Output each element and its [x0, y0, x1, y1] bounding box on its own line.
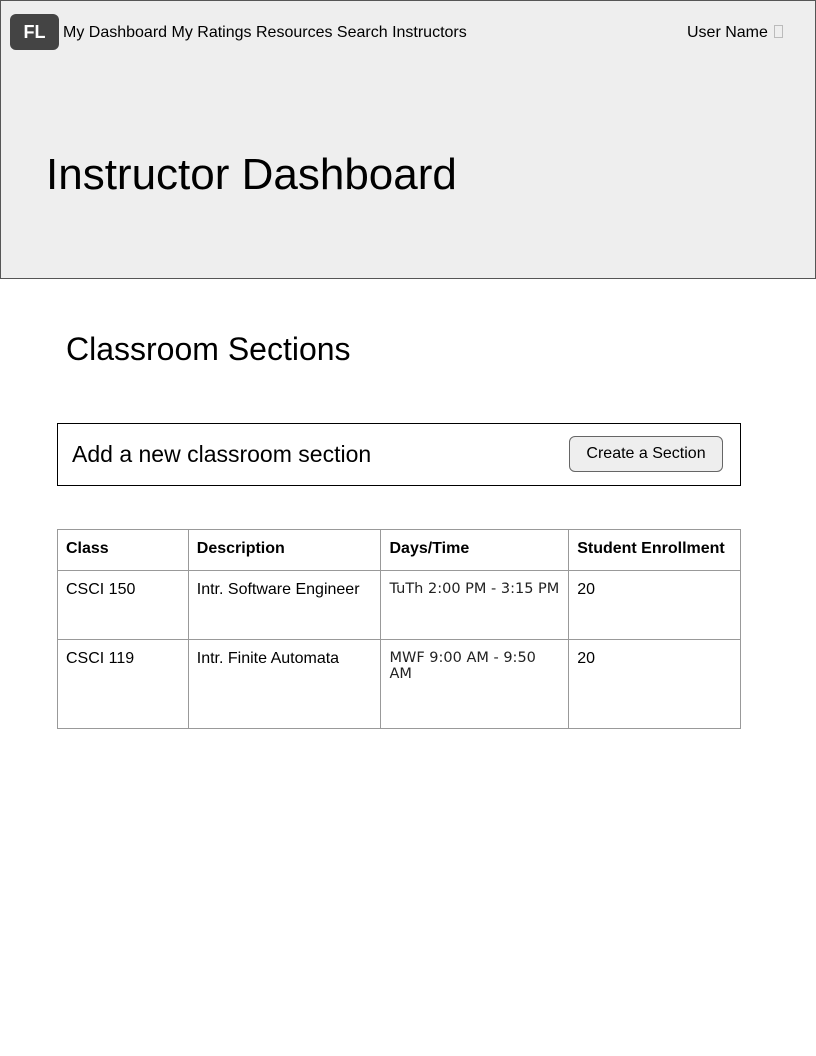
table-row[interactable]: CSCI 150 Intr. Software Engineer TuTh 2:… [57, 570, 741, 640]
sections-table: Class Description Days/Time Student Enro… [57, 529, 741, 729]
top-navbar: FL My Dashboard My Ratings Resources Sea… [0, 0, 816, 63]
cell-class: CSCI 150 [57, 570, 189, 640]
user-menu[interactable]: User Name [687, 24, 783, 42]
cell-student-enrollment: 20 [568, 570, 741, 640]
nav-links: My Dashboard My Ratings Resources Search… [63, 24, 467, 42]
table-header-row: Class Description Days/Time Student Enro… [57, 529, 741, 571]
column-header-class: Class [57, 529, 189, 571]
column-header-student-enrollment: Student Enrollment [568, 529, 741, 571]
cell-days-time: MWF 9:00 AM - 9:50 AM [380, 639, 570, 729]
section-title: Classroom Sections [66, 331, 351, 367]
cell-description: Intr. Finite Automata [187, 639, 382, 729]
cell-description: Intr. Software Engineer [187, 570, 382, 640]
column-header-description: Description [187, 529, 382, 571]
nav-link-my-ratings[interactable]: My Ratings [172, 24, 252, 41]
add-section-panel: Add a new classroom section Create a Sec… [57, 423, 741, 486]
page-title: Instructor Dashboard [46, 150, 457, 199]
nav-link-resources[interactable]: Resources [256, 24, 332, 41]
add-section-prompt: Add a new classroom section [72, 441, 372, 467]
cell-student-enrollment: 20 [568, 639, 741, 729]
nav-link-my-dashboard[interactable]: My Dashboard [63, 24, 167, 41]
create-section-button[interactable]: Create a Section [569, 436, 723, 472]
user-name: User Name [687, 24, 768, 41]
hero-banner: Instructor Dashboard [0, 62, 816, 279]
nav-link-search-instructors[interactable]: Search Instructors [337, 24, 467, 41]
user-menu-icon [773, 25, 783, 38]
logo[interactable]: FL [10, 14, 59, 50]
cell-class: CSCI 119 [57, 639, 189, 729]
cell-days-time: TuTh 2:00 PM - 3:15 PM [380, 570, 570, 640]
table-row[interactable]: CSCI 119 Intr. Finite Automata MWF 9:00 … [57, 639, 741, 729]
column-header-days-time: Days/Time [380, 529, 570, 571]
